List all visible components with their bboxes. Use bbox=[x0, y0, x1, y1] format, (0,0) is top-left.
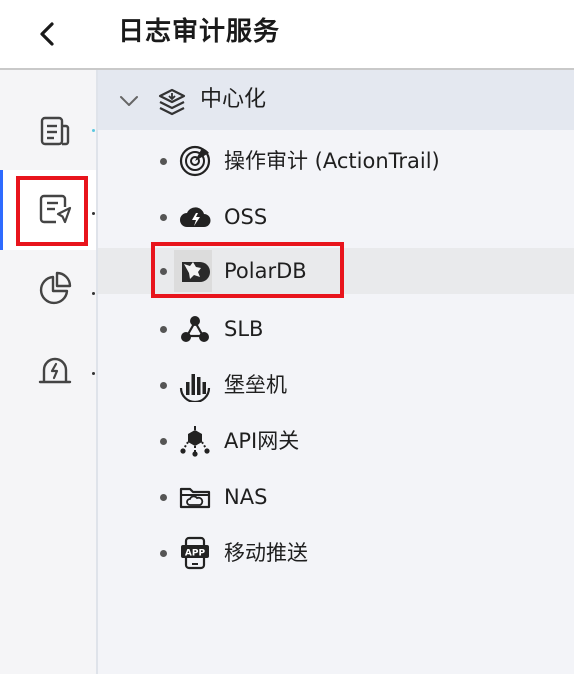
api-gateway-icon bbox=[180, 426, 210, 457]
tree-group-label: 中心化 bbox=[200, 87, 267, 112]
rail-item-alarm[interactable] bbox=[0, 330, 96, 410]
nas-folder-icon bbox=[179, 487, 211, 509]
tree-node-label: OSS bbox=[224, 205, 268, 229]
tree-panel: 中心化 操作审计 (ActionTrail) OSS PolarDB SLB 堡… bbox=[98, 70, 574, 674]
tree-node-label: API网关 bbox=[224, 429, 300, 453]
bastion-bars-icon bbox=[179, 374, 211, 402]
back-button[interactable] bbox=[28, 14, 68, 54]
app-header: 日志审计服务 bbox=[0, 0, 574, 70]
tree-node-actiontrail[interactable]: 操作审计 (ActionTrail) bbox=[98, 138, 574, 184]
polardb-bear-icon bbox=[182, 262, 210, 282]
side-rail bbox=[0, 70, 98, 674]
tree-node-api-gateway[interactable]: API网关 bbox=[98, 418, 574, 464]
alarm-icon bbox=[38, 357, 72, 384]
radar-icon bbox=[179, 145, 211, 177]
tree-node-label: SLB bbox=[224, 317, 264, 341]
tree-node-slb[interactable]: SLB bbox=[98, 306, 574, 352]
tree-node-label: 操作审计 (ActionTrail) bbox=[224, 149, 440, 173]
tree-node-polardb[interactable]: PolarDB bbox=[98, 248, 574, 294]
tree-node-bastion[interactable]: 堡垒机 bbox=[98, 362, 574, 408]
audit-send-icon bbox=[39, 194, 72, 224]
tree-group-centralized[interactable]: 中心化 bbox=[98, 70, 574, 130]
cloud-bolt-icon bbox=[180, 207, 211, 227]
page-title: 日志审计服务 bbox=[118, 17, 281, 47]
rail-item-documents[interactable] bbox=[0, 90, 96, 170]
rail-item-audit[interactable] bbox=[0, 170, 96, 250]
tree-node-mobile-push[interactable]: APP 移动推送 bbox=[98, 530, 574, 576]
pie-chart-icon bbox=[39, 271, 72, 305]
tree-node-label: 移动推送 bbox=[224, 541, 308, 565]
tree-node-label: NAS bbox=[224, 485, 268, 509]
tree-node-label: 堡垒机 bbox=[224, 373, 287, 397]
document-list-icon bbox=[40, 116, 70, 146]
layers-icon bbox=[158, 88, 186, 116]
tree-node-label: PolarDB bbox=[224, 259, 307, 283]
chevron-down-icon[interactable] bbox=[118, 90, 140, 112]
chevron-left-icon bbox=[40, 22, 54, 46]
tree-node-nas[interactable]: NAS bbox=[98, 474, 574, 520]
rail-item-charts[interactable] bbox=[0, 250, 96, 330]
svg-text:APP: APP bbox=[185, 549, 206, 559]
tree-node-oss[interactable]: OSS bbox=[98, 194, 574, 240]
network-nodes-icon bbox=[181, 316, 209, 342]
app-push-icon: APP bbox=[181, 536, 209, 570]
